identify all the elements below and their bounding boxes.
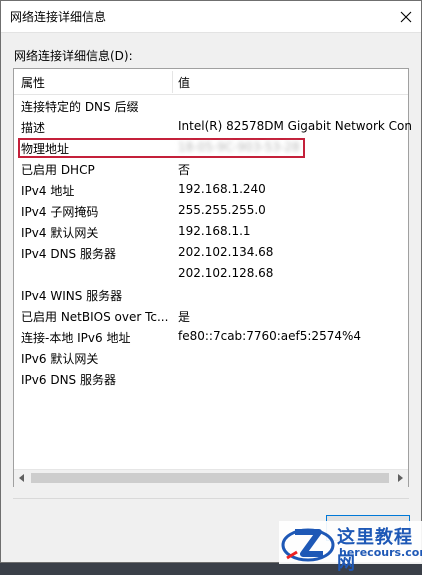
row-property: 连接-本地 IPv6 地址: [21, 331, 131, 345]
row-property: 已启用 NetBIOS over Tc...: [21, 310, 169, 324]
column-header-property[interactable]: 属性: [21, 74, 45, 91]
row-value: 192.168.1.240: [178, 182, 266, 196]
row-value: 192.168.1.1: [178, 224, 251, 238]
column-header-value[interactable]: 值: [178, 74, 190, 91]
title-bar: 网络连接详细信息: [1, 1, 421, 33]
row-value: 202.102.128.68: [178, 266, 274, 280]
window-title: 网络连接详细信息: [10, 10, 107, 24]
row-property: IPv4 DNS 服务器: [21, 247, 116, 261]
list-row[interactable]: 202.102.128.68: [14, 263, 408, 284]
list-row[interactable]: 连接-本地 IPv6 地址 fe80::7cab:7760:aef5:2574%…: [14, 326, 408, 347]
watermark: 这里教程网 herecours.com: [279, 521, 422, 574]
list-row[interactable]: IPv4 地址 192.168.1.240: [14, 179, 408, 200]
row-value-blurred: 18-05-9C-903-53-28: [178, 140, 300, 154]
list-row[interactable]: 连接特定的 DNS 后缀: [14, 95, 408, 116]
row-property: IPv4 地址: [21, 184, 75, 198]
row-value: 202.102.134.68: [178, 245, 274, 259]
row-property: IPv6 DNS 服务器: [21, 373, 116, 387]
logo-icon: [281, 528, 335, 562]
list-row[interactable]: IPv4 DNS 服务器 202.102.134.68: [14, 242, 408, 263]
row-property: IPv6 默认网关: [21, 352, 99, 366]
horizontal-scrollbar[interactable]: [14, 469, 408, 487]
details-list[interactable]: 属性 值 连接特定的 DNS 后缀 描述 Intel(R) 82578DM Gi…: [13, 68, 412, 487]
list-row[interactable]: 描述 Intel(R) 82578DM Gigabit Network Con: [14, 116, 412, 137]
row-property: IPv4 子网掩码: [21, 205, 99, 219]
row-value: 255.255.255.0: [178, 203, 266, 217]
list-row[interactable]: IPv4 子网掩码 255.255.255.0: [14, 200, 408, 221]
list-row[interactable]: IPv6 默认网关: [14, 347, 408, 368]
details-group-label: 网络连接详细信息(D):: [14, 49, 133, 63]
row-value: Intel(R) 82578DM Gigabit Network Con: [178, 119, 412, 133]
row-property: 描述: [21, 121, 46, 135]
close-icon: [400, 11, 411, 22]
row-value: 否: [178, 163, 191, 177]
list-row[interactable]: IPv4 默认网关 192.168.1.1: [14, 221, 408, 242]
scrollbar-thumb[interactable]: [31, 473, 389, 483]
row-value: 是: [178, 310, 191, 324]
list-row[interactable]: 已启用 NetBIOS over Tc... 是: [14, 305, 408, 326]
list-row[interactable]: IPv6 DNS 服务器: [14, 368, 408, 389]
network-details-dialog: 网络连接详细信息 网络连接详细信息(D): 属性 值 连接特定的 DNS 后缀 …: [0, 0, 422, 574]
close-window-button[interactable]: [390, 1, 421, 32]
list-header: 属性 值: [14, 69, 408, 95]
row-property: 物理地址: [21, 142, 70, 156]
row-property: IPv4 WINS 服务器: [21, 289, 123, 303]
row-property: 连接特定的 DNS 后缀: [21, 100, 139, 114]
list-row[interactable]: IPv4 WINS 服务器: [14, 284, 408, 305]
list-row-physical-address[interactable]: 物理地址 18-05-9C-903-53-28: [14, 137, 408, 158]
row-value: fe80::7cab:7760:aef5:2574%4: [178, 329, 362, 343]
row-property: IPv4 默认网关: [21, 226, 99, 240]
watermark-url: herecours.com: [339, 546, 422, 559]
row-property: 已启用 DHCP: [21, 163, 95, 177]
divider: [13, 498, 409, 499]
scroll-right-icon[interactable]: [398, 474, 403, 482]
list-row[interactable]: 已启用 DHCP 否: [14, 158, 408, 179]
scroll-left-icon[interactable]: [19, 474, 24, 482]
column-divider[interactable]: [172, 71, 173, 93]
